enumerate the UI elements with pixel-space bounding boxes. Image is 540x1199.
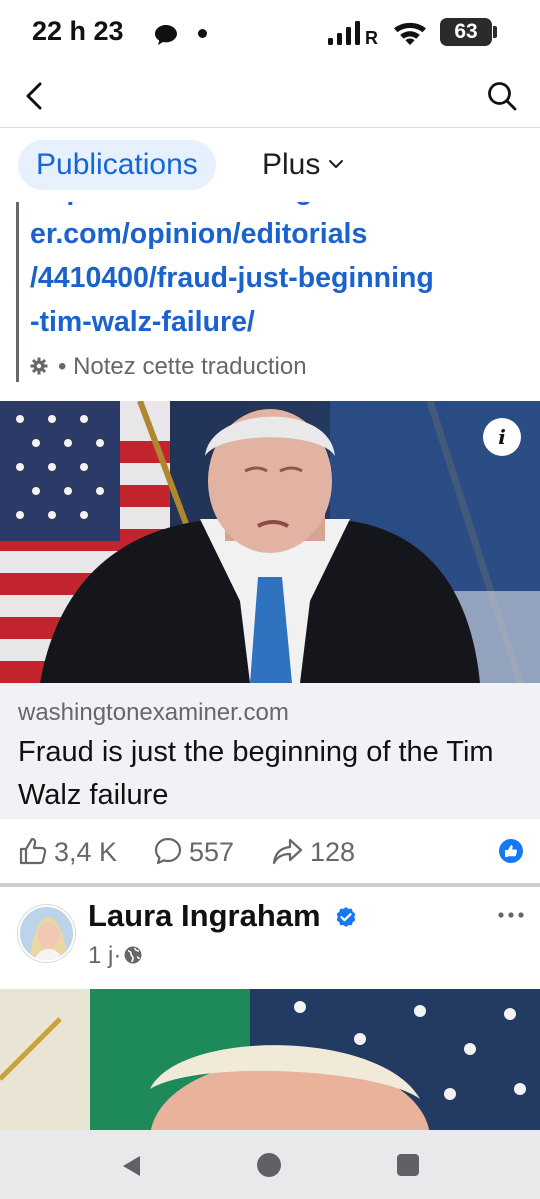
info-icon[interactable]: i	[483, 418, 521, 456]
profile-tabs: Publications Plus	[0, 128, 540, 202]
share-button[interactable]: 128	[272, 836, 355, 868]
comment-bubble-icon	[154, 838, 182, 865]
comment-count: 557	[189, 837, 235, 867]
message-icon	[154, 24, 178, 51]
search-icon[interactable]	[486, 80, 518, 112]
post-time-value: 1 j	[88, 942, 114, 969]
link-title: Fraud is just the beginning of the Tim W…	[18, 736, 494, 811]
post-link-line[interactable]: /4410400/fraud-just-beginning	[30, 256, 530, 300]
share-count: 128	[310, 837, 356, 867]
post-separator	[0, 883, 540, 887]
post-link[interactable]: https://www.washingtonexamin er.com/opin…	[30, 202, 530, 344]
author-name[interactable]: Laura Ingraham	[88, 898, 321, 934]
reaction-bar: 3,4 K 557 128	[0, 822, 540, 884]
rate-translation-row[interactable]: • Notez cette traduction	[30, 352, 307, 382]
system-home-icon[interactable]	[257, 1153, 281, 1177]
like-button[interactable]: 3,4 K	[18, 836, 117, 868]
chevron-down-icon	[329, 160, 344, 169]
gear-icon	[30, 357, 48, 375]
share-arrow-icon	[272, 839, 303, 865]
more-options-icon[interactable]	[497, 910, 525, 920]
post-text: https://www.washingtonexamin er.com/opin…	[0, 202, 540, 390]
post-link-line[interactable]: https://www.washingtonexamin	[30, 202, 530, 212]
post-photo	[0, 989, 540, 1130]
top-nav-bar	[0, 64, 540, 128]
post-link-line[interactable]: er.com/opinion/editorials	[30, 212, 530, 256]
thumbs-up-icon	[19, 838, 47, 865]
battery-tip	[493, 26, 497, 38]
post-image[interactable]	[0, 989, 540, 1130]
system-navigation-bar	[0, 1130, 540, 1199]
avatar[interactable]	[18, 905, 75, 962]
link-preview-meta[interactable]: washingtonexaminer.com Fraud is just the…	[0, 683, 540, 819]
tab-publications[interactable]: Publications	[18, 140, 216, 190]
translate-separator: •	[58, 353, 67, 380]
battery-icon: 63	[440, 18, 492, 46]
rate-translation-label[interactable]: Notez cette traduction	[73, 353, 306, 380]
post-timestamp: 1 j·	[88, 942, 143, 970]
back-arrow-icon[interactable]	[20, 80, 50, 112]
like-reaction-icon	[499, 839, 523, 863]
wifi-icon	[392, 20, 428, 51]
tab-plus-label: Plus	[262, 148, 321, 181]
quote-bar	[16, 202, 19, 382]
tab-plus[interactable]: Plus	[262, 140, 344, 190]
system-back-icon[interactable]	[120, 1154, 142, 1178]
signal-icon: R	[328, 20, 388, 51]
link-domain: washingtonexaminer.com	[18, 699, 289, 726]
link-preview-photo	[0, 401, 540, 683]
verified-badge-icon	[336, 907, 356, 927]
comment-button[interactable]: 557	[153, 836, 234, 868]
status-time: 22 h 23	[32, 16, 124, 46]
system-recents-icon[interactable]	[397, 1154, 419, 1176]
carrier-letter: R	[365, 28, 378, 46]
post-time-separator: ·	[113, 942, 122, 969]
notification-dot	[198, 29, 207, 38]
post-link-line[interactable]: -tim-walz-failure/	[30, 300, 530, 344]
globe-icon	[124, 946, 142, 964]
like-count: 3,4 K	[54, 837, 118, 867]
status-bar: 22 h 23 R 63	[0, 0, 540, 64]
link-preview-image[interactable]	[0, 401, 540, 683]
